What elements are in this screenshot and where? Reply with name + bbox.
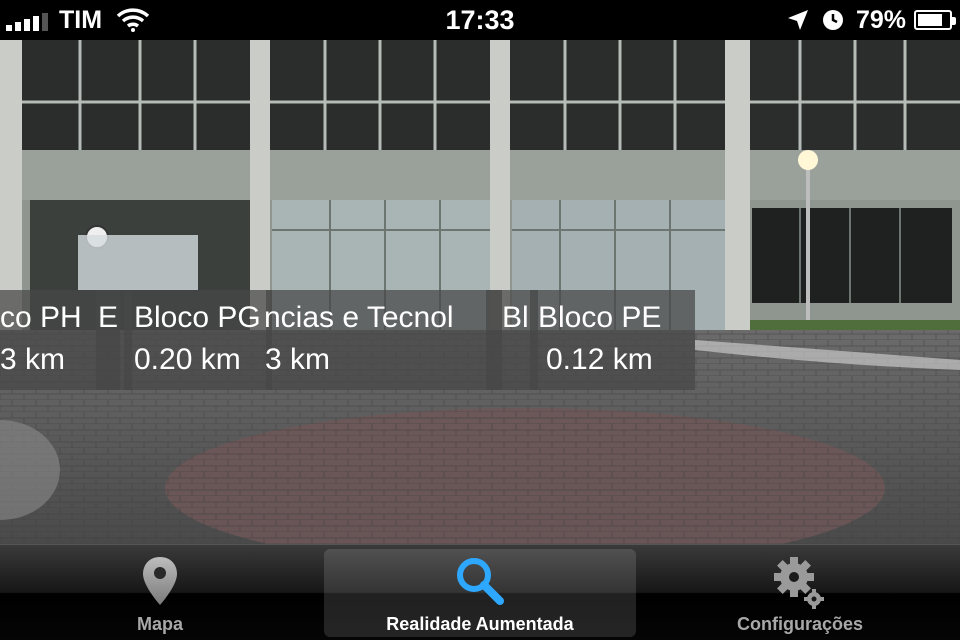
poi-distance: 3 km — [266, 343, 331, 376]
location-arrow-icon — [787, 10, 808, 30]
map-pin-icon — [143, 557, 177, 605]
tab-mapa[interactable]: Mapa — [4, 549, 316, 637]
search-icon — [457, 558, 504, 605]
poi-name: Bloco PE — [538, 301, 662, 334]
alarm-clock-icon — [822, 10, 843, 30]
tab-label: Mapa — [136, 614, 183, 634]
battery-percentage: 79% — [855, 5, 906, 34]
poi-name: ncias e Tecnol — [266, 301, 454, 334]
battery-icon — [914, 10, 956, 30]
tab-realidade-aumentada[interactable]: Realidade Aumentada — [324, 549, 636, 637]
ar-poi-label[interactable]: ncias e Tecnol 3 km — [266, 290, 502, 390]
poi-name: E — [98, 301, 119, 334]
ar-poi-label[interactable]: Bloco PG 0.20 km — [124, 290, 272, 390]
poi-name: co PH — [0, 301, 82, 334]
poi-distance: 0.12 km — [546, 343, 653, 376]
poi-name: Bloco PG — [134, 301, 261, 334]
poi-name: Bl — [502, 301, 529, 334]
tab-label: Configurações — [736, 614, 864, 634]
ar-poi-label[interactable]: Bloco PE 0.12 km — [530, 290, 695, 390]
status-bar-right: 79% — [786, 5, 956, 34]
status-bar: TIM 17:33 79% — [0, 0, 960, 40]
tab-configuracoes[interactable]: Configurações — [644, 549, 956, 637]
poi-distance: 0.20 km — [134, 343, 241, 376]
poi-distance: 3 km — [0, 343, 66, 376]
tab-bar: Mapa Realidade Aumentada Configurações — [0, 544, 960, 640]
tab-label: Realidade Aumentada — [386, 614, 574, 634]
gear-icon — [774, 557, 824, 609]
camera-view[interactable]: co PH 3 km E Bloco PG 0.20 km ncias e Te… — [0, 40, 960, 544]
